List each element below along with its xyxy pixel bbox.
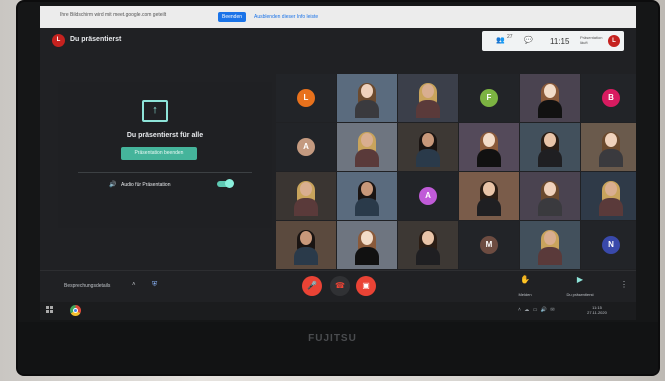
- present-label: Du präsentierst: [566, 292, 594, 297]
- participant-count: 27: [507, 34, 513, 40]
- participant-tile[interactable]: [337, 221, 397, 269]
- participant-tile[interactable]: [337, 123, 397, 171]
- participant-video: [477, 132, 501, 167]
- participant-tile[interactable]: [520, 221, 580, 269]
- divider: [78, 172, 252, 173]
- meeting-time: 11:15: [550, 37, 570, 46]
- participant-tile[interactable]: A: [398, 172, 458, 220]
- participant-video: [538, 83, 562, 118]
- meeting-header: L Du präsentierst 👥 27 💬 11:15 Präsentat…: [40, 28, 636, 54]
- meeting-controls: Besprechungsdetails ˄ ⛨ 🎤 ☎ ▣ ✋ Melden ▶…: [40, 270, 636, 303]
- participant-tile[interactable]: [581, 123, 636, 171]
- participant-grid: L F B A A M N: [276, 74, 636, 270]
- chevron-up-icon[interactable]: ˄: [132, 282, 136, 288]
- people-icon[interactable]: 👥: [496, 36, 505, 44]
- participant-video: [599, 181, 623, 216]
- participant-video: [538, 230, 562, 265]
- participant-avatar: F: [480, 89, 498, 107]
- participant-tile[interactable]: [398, 123, 458, 171]
- participant-video: [355, 230, 379, 265]
- participant-tile[interactable]: [459, 172, 519, 220]
- participant-tile[interactable]: M: [459, 221, 519, 269]
- raise-hand-icon[interactable]: ✋: [512, 275, 538, 284]
- end-presentation-button[interactable]: Präsentation beenden: [121, 147, 197, 160]
- participant-tile[interactable]: [337, 74, 397, 122]
- microphone-off-button[interactable]: 🎤: [302, 276, 322, 296]
- participant-video: [477, 181, 501, 216]
- raise-hand-label: Melden: [518, 292, 532, 297]
- presentation-title: Du präsentierst für alle: [126, 132, 204, 139]
- participant-tile[interactable]: [276, 221, 336, 269]
- participant-tile[interactable]: [398, 221, 458, 269]
- speaker-icon: 🔊: [109, 182, 117, 188]
- participant-avatar: L: [297, 89, 315, 107]
- system-tray-icons[interactable]: ˄ ☁ ▭ 🔊 ✉: [518, 307, 556, 313]
- infobar-message: Ihre Bildschirm wird mit meet.google.com…: [60, 12, 167, 18]
- chat-icon[interactable]: 💬: [524, 36, 533, 44]
- participant-avatar: B: [602, 89, 620, 107]
- participant-video: [355, 83, 379, 118]
- participant-video: [355, 132, 379, 167]
- presenting-note: Präsentation läuft: [580, 35, 603, 45]
- self-avatar[interactable]: L: [608, 35, 620, 47]
- participant-tile[interactable]: L: [276, 74, 336, 122]
- screen-share-infobar: Ihre Bildschirm wird mit meet.google.com…: [40, 6, 636, 28]
- participant-tile[interactable]: [398, 74, 458, 122]
- participant-video: [294, 181, 318, 216]
- laptop-bezel-bottom: [18, 322, 658, 374]
- laptop-brand: FUJITSU: [308, 333, 357, 344]
- windows-start-icon[interactable]: [46, 306, 54, 314]
- user-avatar: L: [52, 34, 65, 47]
- participant-tile[interactable]: F: [459, 74, 519, 122]
- meeting-details-button[interactable]: Besprechungsdetails: [64, 283, 110, 289]
- chrome-icon[interactable]: [70, 305, 81, 316]
- participant-avatar: N: [602, 236, 620, 254]
- participant-video: [599, 132, 623, 167]
- taskbar-clock[interactable]: 11:15 27.11.2020: [584, 305, 610, 315]
- participant-video: [538, 132, 562, 167]
- participant-tile[interactable]: [520, 74, 580, 122]
- participant-video: [294, 230, 318, 265]
- page-title: Du präsentierst: [70, 36, 122, 43]
- camera-off-button[interactable]: ▣: [356, 276, 376, 296]
- shield-icon[interactable]: ⛨: [152, 281, 157, 289]
- taskbar-date: 27.11.2020: [587, 310, 607, 315]
- participant-tile[interactable]: B: [581, 74, 636, 122]
- stop-sharing-button[interactable]: Beenden: [218, 12, 246, 22]
- participant-video: [416, 83, 440, 118]
- header-info-box: 👥 27 💬 11:15 Präsentation läuft L: [482, 31, 624, 51]
- participant-video: [355, 181, 379, 216]
- presentation-panel: ↑ Du präsentierst für alle Präsentation …: [58, 82, 272, 228]
- hang-up-button[interactable]: ☎: [330, 276, 350, 296]
- participant-tile[interactable]: [520, 172, 580, 220]
- present-screen-icon: ↑: [142, 100, 168, 122]
- participant-tile[interactable]: [337, 172, 397, 220]
- participant-avatar: A: [297, 138, 315, 156]
- participant-tile[interactable]: [459, 123, 519, 171]
- windows-taskbar: ˄ ☁ ▭ 🔊 ✉ 11:15 27.11.2020: [40, 302, 636, 320]
- participant-tile[interactable]: [581, 172, 636, 220]
- participant-tile[interactable]: A: [276, 123, 336, 171]
- participant-tile[interactable]: [276, 172, 336, 220]
- participant-tile[interactable]: N: [581, 221, 636, 269]
- more-options-icon[interactable]: ⋮: [620, 280, 628, 289]
- participant-avatar: M: [480, 236, 498, 254]
- hide-infobar-link[interactable]: Ausblenden dieser Info leiste: [254, 12, 318, 22]
- participant-tile[interactable]: [520, 123, 580, 171]
- participant-video: [416, 132, 440, 167]
- participant-video: [416, 230, 440, 265]
- audio-label: Audio für Präsentation: [121, 182, 171, 188]
- present-icon[interactable]: ▶: [570, 275, 590, 284]
- participant-avatar: A: [419, 187, 437, 205]
- participant-video: [538, 181, 562, 216]
- screen: Ihre Bildschirm wird mit meet.google.com…: [40, 6, 636, 320]
- audio-toggle-knob[interactable]: [225, 179, 234, 188]
